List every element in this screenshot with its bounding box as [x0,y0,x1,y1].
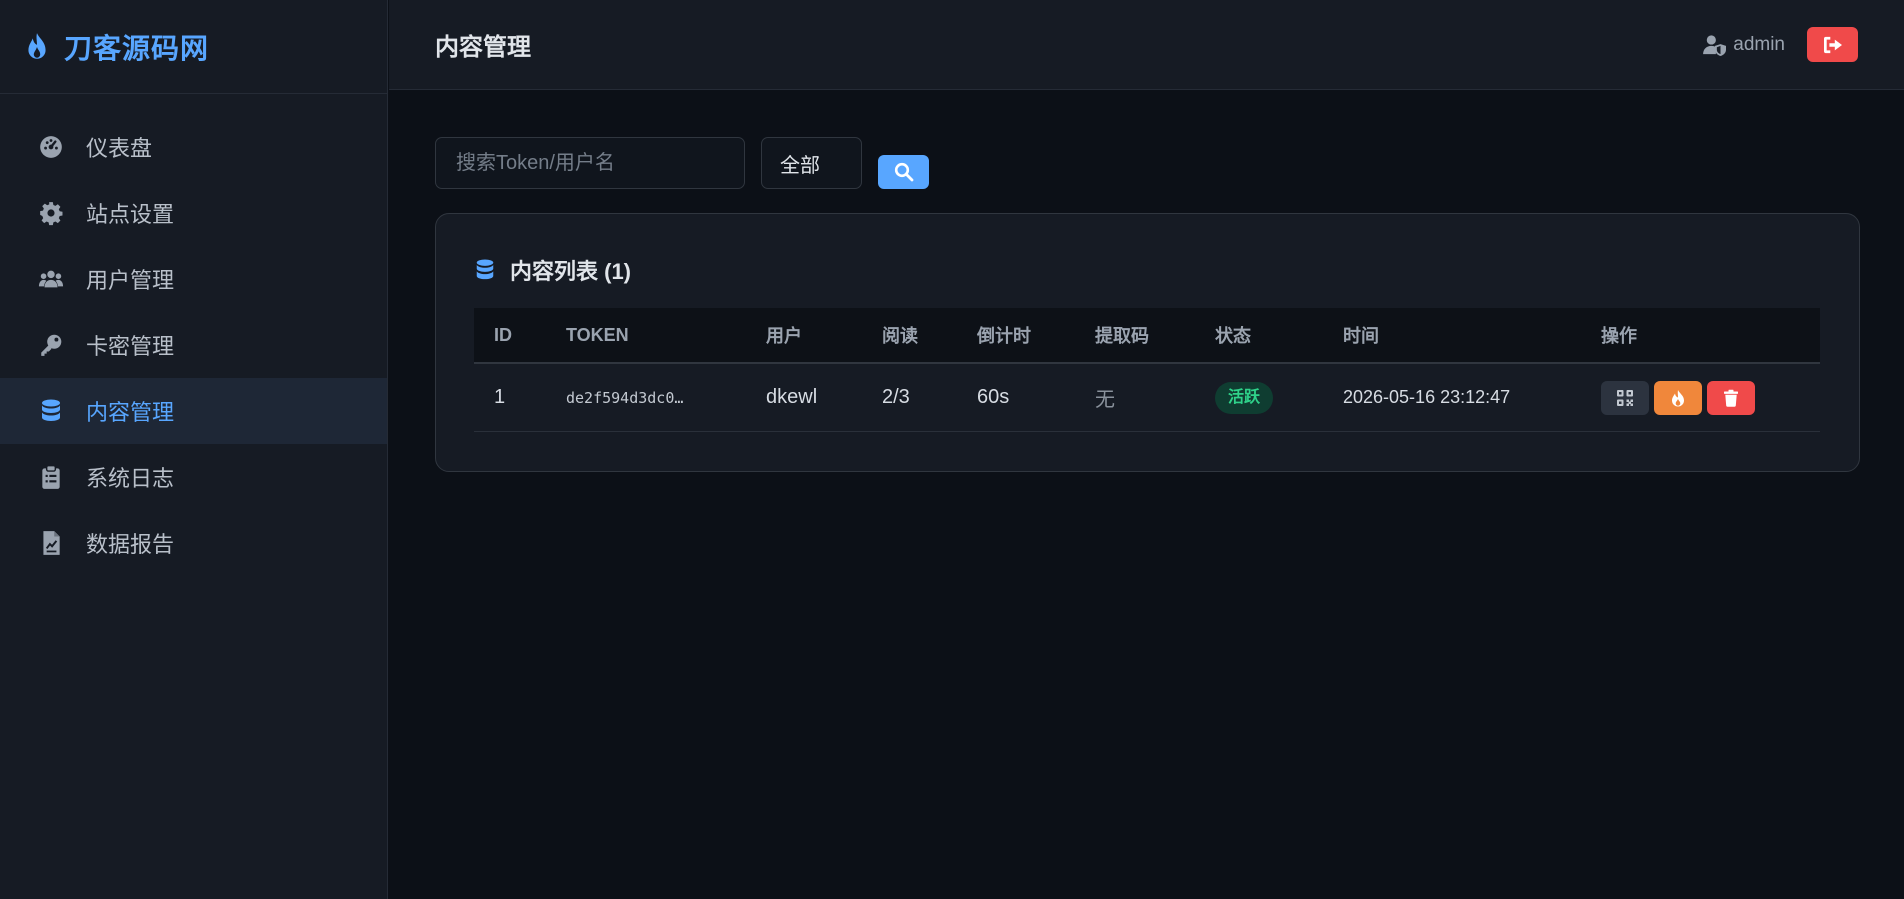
column-header-token[interactable]: TOKEN [546,325,746,346]
status-select[interactable]: 全部 [761,137,862,189]
status-select-value: 全部 [780,154,820,177]
qrcode-icon [1617,389,1633,406]
clipboard-icon [36,462,66,492]
column-header-status[interactable]: 状态 [1195,322,1323,348]
page-title: 内容管理 [435,34,531,61]
cell-status: 活跃 [1195,381,1323,414]
sidebar-item-label: 站点设置 [86,202,175,227]
cell-countdown: 60s [977,386,1010,408]
cell-id: 1 [494,386,506,408]
delete-button[interactable] [1707,380,1755,415]
column-header-actions: 操作 [1601,326,1637,346]
status-badge: 活跃 [1215,381,1274,414]
card-title-text: 内容列表 (1) [510,259,632,284]
sidebar-item-dashboard[interactable]: 仪表盘 [0,114,387,180]
qrcode-button[interactable] [1601,380,1649,415]
sidebar-item-label: 仪表盘 [86,136,153,161]
sidebar-item-label: 用户管理 [86,268,175,293]
user-info[interactable]: admin [1703,34,1785,56]
cell-code: 无 [1095,387,1115,411]
flame-icon [24,32,50,62]
trash-icon [1724,389,1738,407]
table-row[interactable]: 1 de2f594d3dc0… dkewl 2/3 60s 无 活跃 2026-… [474,364,1820,432]
sidebar-item-reports[interactable]: 数据报告 [0,510,387,576]
sidebar-item-logs[interactable]: 系统日志 [0,444,387,510]
card-title: 内容列表 (1) [474,254,631,286]
user-shield-icon [1703,34,1727,56]
username: admin [1733,33,1785,55]
table-header: ID TOKEN 用户 阅读 倒计时 提取码 状态 时间 操作 [474,308,1820,364]
column-header-user[interactable]: 用户 [746,322,862,348]
column-header-code[interactable]: 提取码 [1075,322,1195,348]
column-header-countdown[interactable]: 倒计时 [957,322,1075,348]
sidebar-item-label: 数据报告 [86,532,175,557]
logout-button[interactable] [1807,27,1858,62]
cell-user: dkewl [766,386,818,408]
key-icon [36,330,66,360]
sidebar-item-site-settings[interactable]: 站点设置 [0,180,387,246]
cell-reads: 2/3 [882,386,910,408]
database-icon [476,259,494,280]
search-input[interactable] [435,137,745,189]
sidebar-item-label: 内容管理 [86,400,175,425]
content-list-card: 内容列表 (1) ID TOKEN 用户 阅读 倒计时 提取码 状态 时间 操作… [435,213,1860,472]
sidebar-item-cards[interactable]: 卡密管理 [0,312,387,378]
cell-actions [1581,380,1820,415]
logout-icon [1823,36,1842,53]
sidebar-item-label: 卡密管理 [86,334,175,359]
row-actions [1601,380,1820,415]
sidebar-item-label: 系统日志 [86,466,175,491]
cell-time: 2026-05-16 23:12:47 [1343,387,1511,407]
fire-icon [1672,389,1684,406]
sidebar: 刀客源码网 仪表盘 站点设置 用户管理 卡密管理 内容管理 系统日志 数据报告 [0,0,388,899]
content-table: ID TOKEN 用户 阅读 倒计时 提取码 状态 时间 操作 1 de2f59… [474,308,1820,432]
column-header-reads[interactable]: 阅读 [862,322,957,348]
search-icon [894,162,913,182]
brand-title: 刀客源码网 [64,32,210,64]
sidebar-item-users[interactable]: 用户管理 [0,246,387,312]
burn-button[interactable] [1654,380,1702,415]
topbar: 内容管理 admin [389,0,1904,90]
users-icon [36,264,66,294]
database-icon [36,396,66,426]
search-button[interactable] [878,155,929,189]
sidebar-nav: 仪表盘 站点设置 用户管理 卡密管理 内容管理 系统日志 数据报告 [0,114,387,576]
sidebar-item-content[interactable]: 内容管理 [0,378,387,444]
gauge-icon [36,132,66,162]
column-header-id[interactable]: ID [474,325,546,346]
filter-bar: 全部 [435,137,929,189]
brand[interactable]: 刀客源码网 [0,0,387,94]
report-icon [36,528,66,558]
column-header-time[interactable]: 时间 [1323,322,1581,348]
cell-token: de2f594d3dc0… [566,388,684,407]
gear-icon [36,198,66,228]
